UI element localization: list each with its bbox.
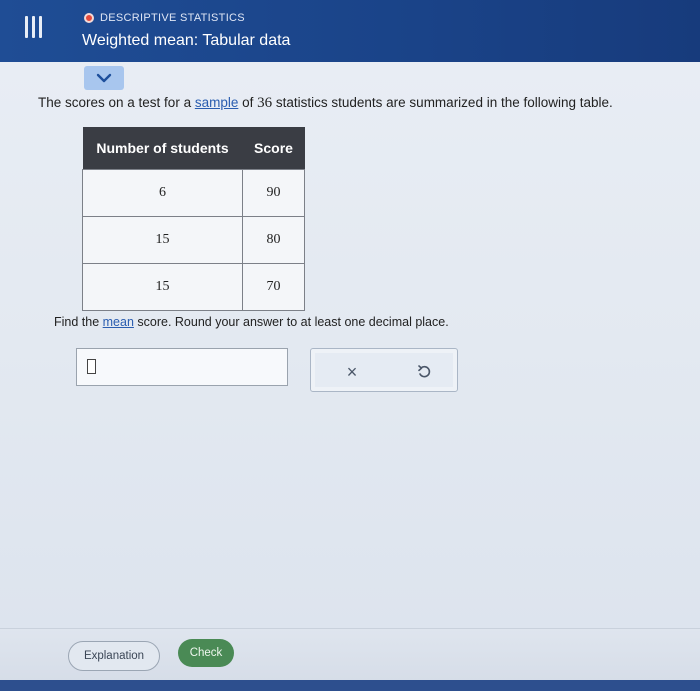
menu-icon[interactable]: [22, 16, 44, 44]
mean-link[interactable]: mean: [103, 315, 134, 329]
bottom-bar: [0, 680, 700, 691]
undo-icon: [418, 365, 431, 378]
problem-area: The scores on a test for a sample of 36 …: [0, 62, 700, 630]
top-header: DESCRIPTIVE STATISTICS Weighted mean: Ta…: [0, 0, 700, 62]
question-part: The scores on a test for a: [38, 95, 195, 110]
table-cell: 15: [82, 216, 243, 264]
data-table: Number of students Score 6 90 15 80 15 7…: [82, 127, 305, 311]
page-title: Weighted mean: Tabular data: [82, 32, 291, 49]
answer-tools: ×: [310, 348, 458, 392]
close-icon: ×: [346, 361, 358, 382]
question-text: The scores on a test for a sample of 36 …: [38, 95, 678, 112]
table-row: 6 90: [82, 169, 305, 217]
instruction-text: Find the mean score. Round your answer t…: [54, 315, 449, 329]
answer-cursor: [87, 359, 96, 374]
answer-input[interactable]: [76, 348, 288, 386]
topic-dot-icon: [84, 13, 94, 23]
undo-button[interactable]: [407, 359, 441, 385]
topic-label: DESCRIPTIVE STATISTICS: [84, 12, 245, 24]
table-row: 15 70: [82, 263, 305, 311]
instruction-part: Find the: [54, 315, 103, 329]
explanation-button[interactable]: Explanation: [68, 641, 160, 671]
check-button[interactable]: Check: [178, 639, 234, 667]
table-row: 15 80: [82, 216, 305, 264]
footer-bar: Explanation Check: [0, 628, 700, 681]
question-part: statistics students are summarized in th…: [272, 95, 613, 110]
table-cell: 70: [242, 263, 305, 311]
table-cell: 90: [242, 169, 305, 217]
table-cell: 15: [82, 263, 243, 311]
instruction-part: score. Round your answer to at least one…: [133, 315, 449, 329]
student-count: 36: [257, 95, 273, 111]
collapse-button[interactable]: [84, 66, 124, 90]
column-header-score: Score: [242, 127, 305, 170]
answer-tools-panel: ×: [315, 353, 453, 387]
clear-button[interactable]: ×: [335, 359, 369, 385]
question-part: of: [238, 95, 258, 110]
table-cell: 6: [82, 169, 243, 217]
topic-text: DESCRIPTIVE STATISTICS: [100, 12, 245, 24]
column-header-number-of-students: Number of students: [82, 127, 243, 170]
sample-link[interactable]: sample: [195, 95, 239, 110]
table-cell: 80: [242, 216, 305, 264]
chevron-down-icon: [96, 73, 112, 83]
table-header-row: Number of students Score: [82, 127, 305, 170]
